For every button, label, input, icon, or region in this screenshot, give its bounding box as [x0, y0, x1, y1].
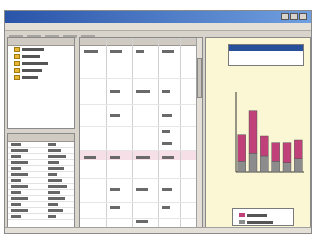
property-row[interactable]: [8, 214, 74, 220]
table-cell: [136, 90, 150, 93]
close-button[interactable]: [299, 13, 307, 20]
table-cell: [84, 50, 98, 53]
table-cell: [162, 90, 170, 93]
maximize-button[interactable]: [290, 13, 298, 20]
tree-item-label: [22, 69, 42, 72]
tree-item[interactable]: [8, 67, 74, 74]
bar: [294, 158, 303, 173]
tree-item[interactable]: [8, 60, 74, 67]
table-scrollbar[interactable]: [196, 38, 202, 230]
table-cell: [162, 114, 172, 117]
bar: [260, 155, 269, 173]
tree-item-label: [22, 55, 40, 58]
bar: [282, 142, 292, 163]
properties-pane-header: [8, 134, 74, 142]
bar: [260, 135, 269, 157]
legend-swatch: [239, 213, 245, 217]
bar: [237, 161, 246, 173]
table-row-divider: [80, 104, 202, 105]
bar-chart: [235, 92, 304, 173]
table-cell: [162, 188, 172, 191]
table-cell: [110, 114, 120, 117]
menu-bar: [5, 23, 311, 38]
table-cell: [136, 50, 144, 53]
table-row-divider: [80, 202, 202, 203]
title-bar: [5, 11, 311, 23]
bar: [294, 139, 303, 159]
tree-item-label: [22, 48, 44, 51]
table-cell: [162, 130, 170, 133]
folder-icon: [14, 75, 20, 80]
table-cell: [110, 188, 120, 191]
table-cell: [162, 156, 174, 159]
legend-swatch: [239, 220, 245, 224]
minimize-button[interactable]: [281, 13, 289, 20]
table-cell: [110, 50, 122, 53]
table-row-divider: [80, 218, 202, 219]
bar: [271, 142, 280, 162]
bar: [271, 161, 280, 173]
chart-legend: [232, 208, 294, 226]
legend-label: [247, 221, 273, 224]
table-row-divider: [80, 178, 202, 179]
folder-icon: [14, 47, 20, 52]
table-cell: [162, 206, 170, 209]
properties-pane: [7, 133, 75, 229]
table-cell: [136, 156, 150, 159]
table-row-divider: [80, 126, 202, 127]
table-row-divider: [80, 78, 202, 79]
tree-pane-header: [8, 38, 74, 46]
table-cell: [110, 156, 120, 159]
info-box-header: [229, 45, 303, 51]
table-row-divider: [80, 150, 202, 151]
tree-item-label: [22, 76, 38, 79]
bar: [237, 134, 246, 162]
table-cell: [110, 90, 120, 93]
table-header: [80, 38, 202, 46]
tree-item-label: [22, 62, 48, 65]
tree-item[interactable]: [8, 46, 74, 53]
bar: [248, 153, 258, 173]
tree-pane: [7, 37, 75, 129]
bar: [248, 110, 258, 154]
bar: [282, 162, 292, 173]
tree-item[interactable]: [8, 53, 74, 60]
info-box: [228, 44, 304, 66]
tree-list: [8, 46, 74, 81]
table-cell: [162, 142, 172, 145]
data-table[interactable]: [79, 37, 203, 231]
chart-panel: [205, 37, 311, 231]
folder-icon: [14, 61, 20, 66]
table-cell: [136, 188, 148, 191]
app-window: [4, 10, 312, 234]
table-cell: [110, 206, 120, 209]
legend-label: [247, 214, 267, 217]
tree-item[interactable]: [8, 74, 74, 81]
table-cell: [84, 156, 96, 159]
table-cell: [136, 220, 148, 223]
status-bar: [5, 227, 311, 233]
folder-icon: [14, 54, 20, 59]
folder-icon: [14, 68, 20, 73]
table-cell: [162, 50, 174, 53]
properties-grid: [8, 142, 74, 220]
scroll-thumb[interactable]: [197, 58, 202, 98]
